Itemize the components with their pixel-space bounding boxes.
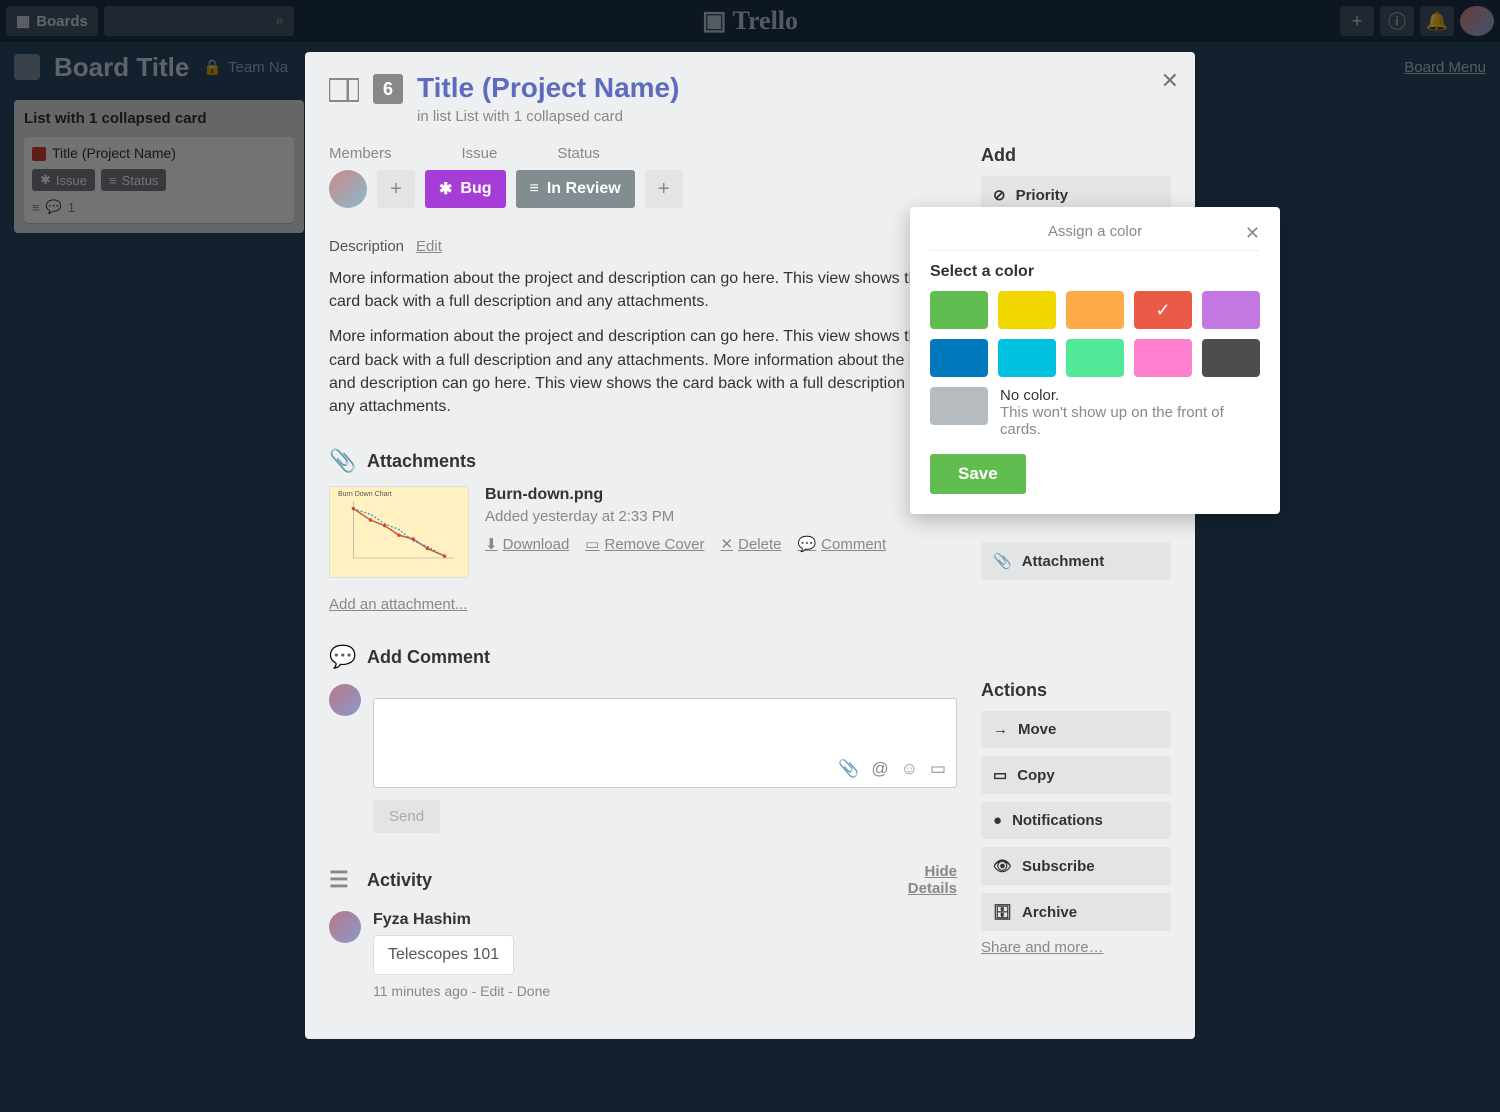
activity-icon: ☰ <box>329 867 355 893</box>
comment-textarea[interactable]: 📎 @ ☺ ▭ <box>373 698 957 788</box>
card-subtitle[interactable]: in list List with 1 collapsed card <box>417 108 679 125</box>
close-icon: ✕ <box>721 535 734 553</box>
add-attachment-link[interactable]: Add an attachment... <box>329 596 467 613</box>
notifications-button[interactable]: ●Notifications <box>981 802 1171 839</box>
card-number-badge: 6 <box>373 74 403 104</box>
actions-section-title: Actions <box>981 680 1171 701</box>
card-title[interactable]: Title (Project Name) <box>417 72 679 104</box>
attachments-title: Attachments <box>367 451 476 472</box>
subscribe-button[interactable]: 👁Subscribe <box>981 847 1171 885</box>
add-section-title: Add <box>981 145 1171 166</box>
description-text-2[interactable]: More information about the project and d… <box>329 325 957 418</box>
bug-icon: ✱ <box>439 179 452 199</box>
copy-button[interactable]: ▭Copy <box>981 756 1171 794</box>
color-popover: Assign a color ✕ Select a color ✓ No col… <box>910 207 1280 514</box>
archive-button[interactable]: 🗄Archive <box>981 893 1171 931</box>
remove-cover-link[interactable]: ▭Remove Cover <box>585 535 704 553</box>
attach-icon[interactable]: 📎 <box>838 759 859 779</box>
delete-link[interactable]: ✕Delete <box>721 535 782 553</box>
add-member-button[interactable]: + <box>377 170 415 208</box>
description-text[interactable]: More information about the project and d… <box>329 267 957 313</box>
download-link[interactable]: ⬇Download <box>485 535 569 553</box>
activity-title: Activity <box>367 870 432 891</box>
hide-link[interactable]: Hide <box>908 863 957 880</box>
card-icon <box>329 78 359 102</box>
comment-author-avatar[interactable] <box>329 684 361 716</box>
activity-avatar[interactable] <box>329 911 361 943</box>
color-swatch[interactable] <box>998 339 1056 377</box>
color-swatch[interactable]: ✓ <box>1134 291 1192 329</box>
status-tag[interactable]: ≡In Review <box>516 170 635 208</box>
card-ref-icon[interactable]: ▭ <box>930 759 946 779</box>
dot-icon: ● <box>993 812 1002 829</box>
copy-icon: ▭ <box>993 766 1007 784</box>
attachment-icon: 📎 <box>993 552 1012 570</box>
color-swatch[interactable] <box>930 339 988 377</box>
card-icon: ▭ <box>585 535 599 553</box>
move-button[interactable]: →Move <box>981 711 1171 748</box>
eye-icon: 👁 <box>993 857 1012 875</box>
attachment-thumbnail[interactable]: Burn Down Chart <box>329 486 469 578</box>
attachment-icon: 📎 <box>329 448 355 474</box>
details-link[interactable]: Details <box>908 880 957 897</box>
issue-label: Issue <box>462 145 498 162</box>
status-label: Status <box>557 145 600 162</box>
activity-meta[interactable]: 11 minutes ago - Edit - Done <box>373 983 550 999</box>
close-button[interactable]: ✕ <box>1161 68 1179 94</box>
arrow-right-icon: → <box>993 721 1008 738</box>
activity-comment: Telescopes 101 <box>373 935 514 975</box>
activity-author[interactable]: Fyza Hashim <box>373 911 550 929</box>
attachment-button[interactable]: 📎Attachment <box>981 542 1171 580</box>
add-comment-title: Add Comment <box>367 647 490 668</box>
card-modal: ✕ 6 Title (Project Name) in list List wi… <box>305 52 1195 1039</box>
members-label: Members <box>329 145 392 162</box>
comment-icon: 💬 <box>797 535 816 553</box>
no-color-title: No color. <box>1000 387 1260 404</box>
download-icon: ⬇ <box>485 535 498 553</box>
no-color-swatch[interactable] <box>930 387 988 425</box>
save-button[interactable]: Save <box>930 454 1026 494</box>
color-swatch[interactable] <box>998 291 1056 329</box>
share-link[interactable]: Share and more… <box>981 939 1104 956</box>
archive-icon: 🗄 <box>993 903 1012 921</box>
comment-icon: 💬 <box>329 644 355 670</box>
no-color-sub: This won't show up on the front of cards… <box>1000 404 1260 438</box>
popover-subtitle: Select a color <box>930 263 1260 281</box>
issue-tag[interactable]: ✱Bug <box>425 170 506 208</box>
send-button[interactable]: Send <box>373 800 440 833</box>
member-avatar[interactable] <box>329 170 367 208</box>
menu-icon: ≡ <box>530 180 539 198</box>
description-label: Description <box>329 238 404 255</box>
color-swatch[interactable] <box>1066 339 1124 377</box>
add-tag-button[interactable]: + <box>645 170 683 208</box>
color-swatch[interactable] <box>930 291 988 329</box>
color-swatch[interactable] <box>1202 291 1260 329</box>
popover-close-button[interactable]: ✕ <box>1245 223 1260 244</box>
edit-description-link[interactable]: Edit <box>416 238 442 255</box>
attachment-name[interactable]: Burn-down.png <box>485 486 957 504</box>
attachment-meta: Added yesterday at 2:33 PM <box>485 508 957 525</box>
popover-title: Assign a color <box>1048 223 1142 240</box>
comment-link[interactable]: 💬Comment <box>797 535 886 553</box>
mention-icon[interactable]: @ <box>871 759 888 779</box>
color-swatch[interactable] <box>1202 339 1260 377</box>
color-swatch[interactable] <box>1066 291 1124 329</box>
priority-icon: ⊘ <box>993 186 1006 204</box>
color-swatch[interactable] <box>1134 339 1192 377</box>
emoji-icon[interactable]: ☺ <box>901 759 918 779</box>
